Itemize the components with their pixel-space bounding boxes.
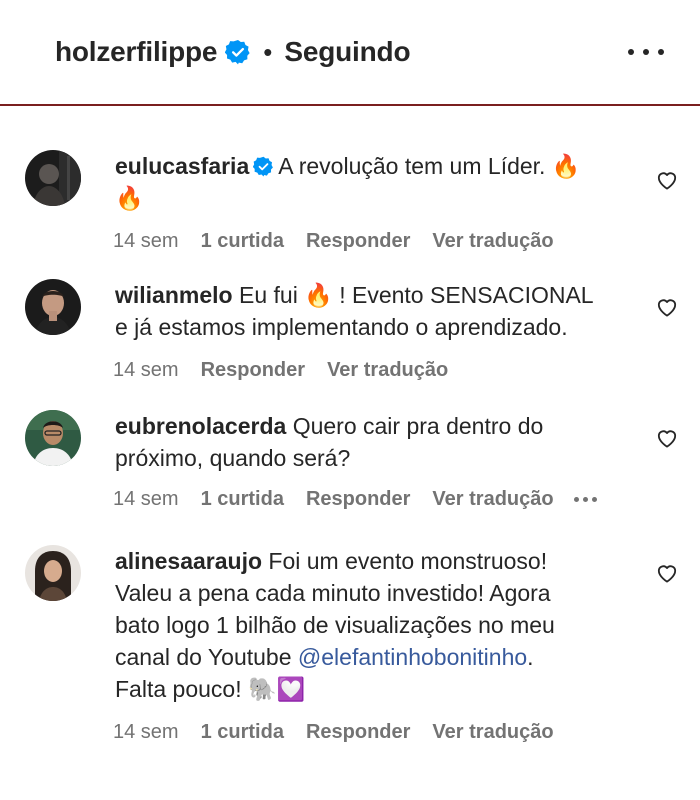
comment-meta: 14 sem 1 curtida Responder Ver tradução	[113, 230, 554, 253]
comment-username[interactable]: eulucasfaria	[115, 153, 249, 179]
comment-time: 14 sem	[113, 230, 179, 252]
comment-text-line2: Valeu a pena cada minuto investido! Agor…	[115, 580, 551, 606]
reply-button[interactable]: Responder	[201, 359, 305, 382]
avatar[interactable]	[25, 279, 81, 335]
verified-badge-icon	[225, 39, 250, 65]
comment-text-line3: bato logo 1 bilhão de visualizações no m…	[115, 612, 555, 638]
separator-dot: •	[263, 37, 273, 67]
comment-time: 14 sem	[113, 359, 179, 381]
comment-text-line4: canal do Youtube	[115, 644, 292, 670]
comment-meta: 14 sem 1 curtida Responder Ver tradução	[113, 721, 554, 744]
heart-icon[interactable]	[656, 170, 678, 190]
comment-text-line2: 🔥	[115, 185, 144, 211]
following-button[interactable]: Seguindo	[284, 36, 410, 68]
comment-time: 14 sem	[113, 488, 179, 510]
mention-link[interactable]: @elefantinhobonitinho	[298, 644, 527, 670]
comment-username[interactable]: wilianmelo	[115, 282, 233, 308]
comment-body: alinesaaraujo Foi um evento monstruoso! …	[115, 545, 635, 705]
comment-body: eulucasfaria A revolução tem um Líder. 🔥 …	[115, 150, 635, 214]
post-header: holzerfilippe • Seguindo	[0, 0, 700, 106]
comment-likes[interactable]: 1 curtida	[201, 488, 284, 511]
avatar[interactable]	[25, 150, 81, 206]
comment-username[interactable]: eubrenolacerda	[115, 413, 286, 439]
comment-text: Eu fui 🔥 ! Evento SENSACIONAL	[238, 282, 594, 308]
comment-likes[interactable]: 1 curtida	[201, 230, 284, 253]
avatar[interactable]	[25, 545, 81, 601]
comment-text: Foi um evento monstruoso!	[268, 548, 548, 574]
verified-badge-icon	[253, 156, 274, 177]
comment-body: eubrenolacerda Quero cair pra dentro do …	[115, 410, 635, 474]
heart-icon[interactable]	[656, 563, 678, 583]
comment-likes[interactable]: 1 curtida	[201, 721, 284, 744]
reply-button[interactable]: Responder	[306, 488, 410, 511]
avatar[interactable]	[25, 410, 81, 466]
comment-text-period: .	[527, 644, 534, 670]
translate-button[interactable]: Ver tradução	[432, 488, 553, 511]
header-account: holzerfilippe • Seguindo	[55, 34, 411, 70]
comment-options-icon[interactable]	[573, 497, 597, 502]
comment-time: 14 sem	[113, 721, 179, 743]
comment-text: A revolução tem um Líder. 🔥	[278, 153, 581, 179]
reply-button[interactable]: Responder	[306, 721, 410, 744]
comment-body: wilianmelo Eu fui 🔥 ! Evento SENSACIONAL…	[115, 279, 635, 343]
heart-icon[interactable]	[656, 428, 678, 448]
translate-button[interactable]: Ver tradução	[432, 721, 553, 744]
comment-meta: 14 sem 1 curtida Responder Ver tradução	[113, 488, 597, 511]
translate-button[interactable]: Ver tradução	[432, 230, 553, 253]
comment-meta: 14 sem Responder Ver tradução	[113, 359, 448, 382]
comment-username[interactable]: alinesaaraujo	[115, 548, 262, 574]
comment-text-line2: próximo, quando será?	[115, 445, 351, 471]
comment-text: Quero cair pra dentro do	[292, 413, 544, 439]
comment-text-line5: Falta pouco! 🐘💟	[115, 676, 306, 702]
heart-icon[interactable]	[656, 297, 678, 317]
translate-button[interactable]: Ver tradução	[327, 359, 448, 382]
comment-text-line2: e já estamos implementando o aprendizado…	[115, 314, 568, 340]
more-options-icon[interactable]	[628, 40, 664, 64]
account-username[interactable]: holzerfilippe	[55, 36, 217, 68]
reply-button[interactable]: Responder	[306, 230, 410, 253]
